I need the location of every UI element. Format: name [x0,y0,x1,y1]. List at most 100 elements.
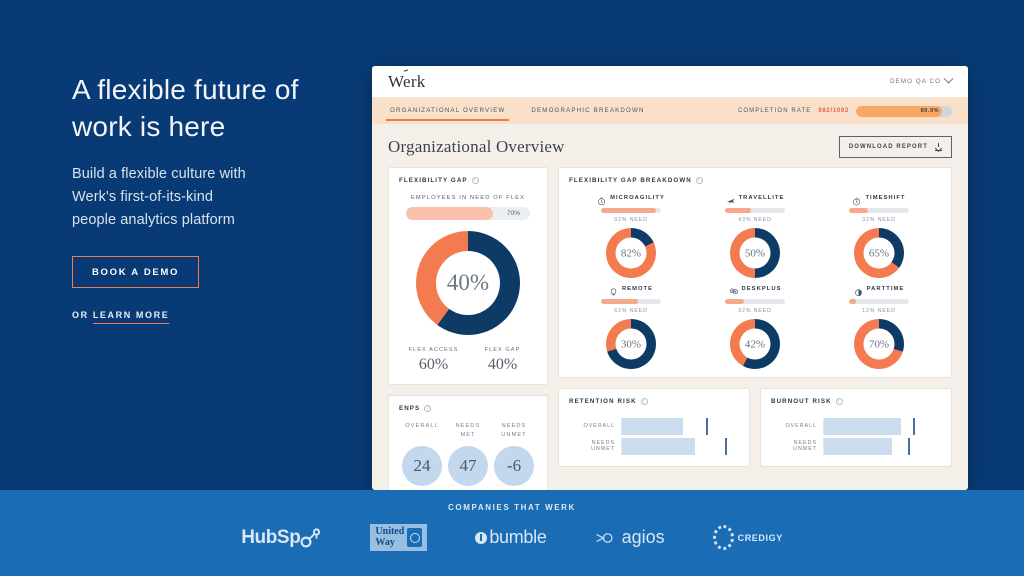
breakdown-donut-value: 30% [620,338,642,350]
breakdown-item-head: PARTTIME [817,284,941,297]
halfclock-icon [854,284,863,297]
breakdown-item: DESKPLUS 32% NEED 42% [693,284,817,369]
account-menu[interactable]: DEMO QA CO [890,73,954,85]
hubspot-mark-icon [300,527,321,548]
risk-row-label: NEEDS UNMET [793,440,817,452]
burnout-risk-title-text: BURNOUT RISK [771,398,832,405]
download-report-button[interactable]: DOWNLOAD REPORT [838,136,952,158]
breakdown-item: PARTTIME 12% NEED 70% [817,284,941,369]
breakdown-item: REMOTE 62% NEED 30% [569,284,693,369]
retention-risk-card: RETENTION RISK i OVERALL NEEDS UNMET [558,388,750,467]
breakdown-title: FLEXIBILITY GAP BREAKDOWN i [569,177,941,184]
united-way-hand-icon [407,528,423,547]
info-icon[interactable]: i [424,405,432,412]
hero-section: A flexible future of work is here Build … [72,72,342,324]
account-name: DEMO QA CO [890,78,941,85]
bumble-mark-icon [475,531,488,544]
breakdown-donut-center: 65% [863,237,895,269]
logo-hubspot: HubSp [241,527,322,549]
enps-grid: OVERALL 24 NEEDS MET 47 NEEDS UNMET -6 [399,422,537,486]
risk-row-track [621,417,739,435]
logo-hubspot-text: HubSp [241,526,301,548]
breakdown-donut-value: 50% [744,247,766,259]
enps-metric-value: 24 [413,456,431,475]
breakdown-item-head: TIMESHIFT [817,193,941,206]
enps-card: ENPS i OVERALL 24 NEEDS MET 47 NEEDS UNMET -6 [388,395,548,490]
enps-metric-value: 47 [459,456,477,475]
credigy-mark-icon [712,525,734,550]
breakdown-donut-center: 50% [739,237,771,269]
companies-footer: COMPANIES THAT WERK HubSp United Way bum… [0,490,1024,576]
learn-more-link[interactable]: OR LEARN MORE [72,309,342,324]
flexibility-gap-title: FLEXIBILITY GAP i [399,177,537,184]
burnout-risk-card: BURNOUT RISK i OVERALL NEEDS UNMET [760,388,952,467]
info-icon[interactable]: i [640,398,648,405]
info-icon[interactable]: i [835,398,843,405]
risk-row-label: NEEDS UNMET [591,440,615,452]
flexibility-gap-donut-center: 40% [436,251,500,315]
flexibility-gap-donut: 40% [416,231,520,335]
breakdown-donut: 70% [854,319,904,369]
flexibility-gap-card: FLEXIBILITY GAP i EMPLOYEES IN NEED OF F… [388,167,548,385]
completion-rate-label: COMPLETION RATE [737,108,812,114]
breakdown-donut-center: 42% [739,328,771,360]
employees-need-flex-bar: 70% [406,207,530,220]
breakdown-donut: 82% [606,228,656,278]
breakdown-need-bar [601,299,661,304]
enps-metric-circle: 47 [448,446,488,486]
breakdown-need-fill [849,208,869,213]
hero-subtitle-line-1: Build a flexible culture with [72,165,246,182]
lamp-icon [609,284,618,297]
risk-row-marker [912,417,915,435]
risk-row-marker [706,417,708,435]
enps-metric: OVERALL 24 [399,422,445,486]
risk-row-track [823,417,941,435]
breakdown-need-label: 32% NEED [738,308,772,314]
breakdown-need-fill [601,208,657,213]
breakdown-need-bar [725,299,785,304]
info-icon[interactable]: i [695,177,703,184]
breakdown-donut-center: 70% [863,328,895,360]
logo-agios-text: agios [621,527,665,547]
tab-organizational-overview[interactable]: ORGANIZATIONAL OVERVIEW [385,101,510,121]
breakdown-donut-center: 82% [615,237,647,269]
breakdown-item-head: REMOTE [569,284,693,297]
risk-row: NEEDS UNMET [569,436,739,456]
hero-subtitle-line-3: people analytics platform [72,211,235,228]
logo-bumble-text: bumble [489,527,547,547]
hero-title-line-2: work is here [72,110,226,142]
breakdown-item: TIMESHIFT 32% NEED 65% [817,193,941,278]
breakdown-donut: 65% [854,228,904,278]
stopwatch-icon [852,193,861,206]
clock-icon [597,193,606,206]
flexibility-gap-center-value: 40% [446,270,490,295]
legend-item-flex-gap: FLEX GAP 40% [468,347,537,374]
company-logos: HubSp United Way bumble agios CREDIGY [0,524,1024,551]
book-a-demo-button[interactable]: BOOK A DEMO [72,255,200,288]
download-report-label: DOWNLOAD REPORT [848,144,928,150]
breakdown-need-label: 43% NEED [738,217,772,223]
enps-metric-label: OVERALL [405,423,439,429]
tab-demographic-breakdown[interactable]: DEMOGRAPHIC BREAKDOWN [529,101,646,121]
breakdown-need-fill [725,299,745,304]
breakdown-need-label: 62% NEED [614,308,648,314]
hero-title-line-1: A flexible future of [72,74,299,105]
burnout-risk-title: BURNOUT RISK i [771,398,941,405]
desk-icon [729,284,738,295]
learn-more-label: LEARN MORE [92,309,170,324]
dashboard-page-title: Organizational Overview [388,137,565,156]
enps-metric-circle: 24 [402,446,442,486]
info-icon[interactable]: i [471,177,479,184]
completion-rate-percent: 89.9% [920,108,939,114]
risk-row-bar [824,417,902,435]
breakdown-item-name: MICROAGILITY [610,194,665,201]
enps-metric: NEEDS MET 47 [445,422,491,486]
enps-title: ENPS i [399,405,537,412]
enps-title-text: ENPS [399,405,421,412]
retention-risk-chart: OVERALL NEEDS UNMET [569,416,739,456]
logo-agios: agios [595,527,665,548]
breakdown-item-name: TRAVELLITE [738,194,785,201]
dashboard-right-column: FLEXIBILITY GAP BREAKDOWN i MICROAGILITY… [558,167,952,490]
logo-united-way-line-1: United [375,526,405,537]
risk-row-label: OVERALL [583,423,615,429]
